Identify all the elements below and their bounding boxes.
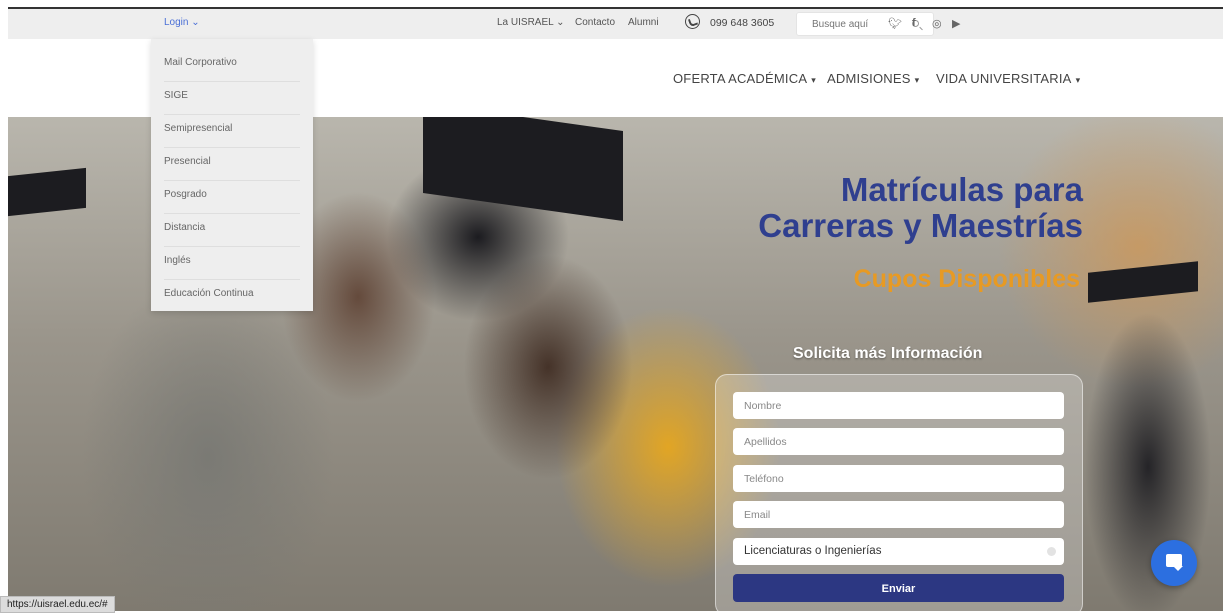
la-uisrael-link[interactable]: La UISRAEL ⌄ — [497, 17, 564, 28]
nav-vida-universitaria[interactable]: VIDA UNIVERSITARIA ▾ — [936, 71, 1080, 86]
nav-admisiones[interactable]: ADMISIONES ▾ — [827, 71, 919, 86]
telefono-field[interactable] — [733, 465, 1064, 492]
menu-item-sige[interactable]: SIGE — [164, 82, 300, 115]
nav-label: OFERTA ACADÉMICA — [673, 71, 808, 86]
whatsapp-icon[interactable] — [685, 14, 700, 29]
chevron-down-icon: ▾ — [811, 75, 816, 85]
twitter-icon[interactable]: 🐦︎ — [888, 17, 902, 30]
login-menu-toggle[interactable]: Login ⌄ — [164, 17, 200, 28]
hero-photo-graduation-cap — [8, 167, 86, 217]
menu-item-presencial[interactable]: Presencial — [164, 148, 300, 181]
hero-title-line2: Carreras y Maestrías — [758, 207, 1083, 244]
enviar-button[interactable]: Enviar — [733, 574, 1064, 602]
hero-photo-graduation-cap — [423, 117, 623, 222]
menu-item-distancia[interactable]: Distancia — [164, 214, 300, 247]
nombre-field[interactable] — [733, 392, 1064, 419]
hero-subtitle: Cupos Disponibles — [853, 265, 1080, 293]
phone-number[interactable]: 099 648 3605 — [710, 17, 774, 29]
hero-photo-graduation-cap — [1088, 261, 1198, 303]
email-field[interactable] — [733, 501, 1064, 528]
nav-oferta-academica[interactable]: OFERTA ACADÉMICA ▾ — [673, 71, 816, 86]
menu-item-mail-corporativo[interactable]: Mail Corporativo — [164, 49, 300, 82]
dropdown-caret-icon — [1047, 547, 1056, 556]
nav-label: ADMISIONES — [827, 71, 911, 86]
menu-item-ingles[interactable]: Inglés — [164, 247, 300, 280]
menu-item-educacion-continua[interactable]: Educación Continua — [164, 280, 300, 313]
hero-title: Matrículas para Carreras y Maestrías — [758, 172, 1083, 244]
info-request-form: Licenciaturas o Ingenierías Enviar — [715, 374, 1083, 611]
browser-status-url: https://uisrael.edu.ec/# — [0, 596, 115, 613]
login-dropdown-menu: Mail Corporativo SIGE Semipresencial Pre… — [151, 39, 313, 311]
apellidos-field[interactable] — [733, 428, 1064, 455]
alumni-link[interactable]: Alumni — [628, 17, 659, 28]
menu-item-semipresencial[interactable]: Semipresencial — [164, 115, 300, 148]
instagram-icon[interactable]: ◎ — [932, 17, 942, 30]
menu-item-posgrado[interactable]: Posgrado — [164, 181, 300, 214]
program-select[interactable]: Licenciaturas o Ingenierías — [733, 538, 1064, 565]
program-select-value: Licenciaturas o Ingenierías — [744, 545, 882, 557]
chat-bubble-button[interactable] — [1151, 540, 1197, 586]
nav-label: VIDA UNIVERSITARIA — [936, 71, 1072, 86]
facebook-icon[interactable]: f — [912, 17, 916, 29]
contacto-link[interactable]: Contacto — [575, 17, 615, 28]
chevron-down-icon: ▾ — [914, 75, 920, 85]
top-bar: Login ⌄ La UISRAEL ⌄ Contacto Alumni 099… — [8, 9, 1223, 39]
browser-top-border — [0, 0, 1223, 9]
form-title: Solicita más Información — [793, 345, 983, 362]
hero-title-line1: Matrículas para — [840, 171, 1083, 208]
youtube-icon[interactable]: ▶︎ — [952, 17, 960, 30]
chevron-down-icon: ▾ — [1075, 75, 1081, 85]
